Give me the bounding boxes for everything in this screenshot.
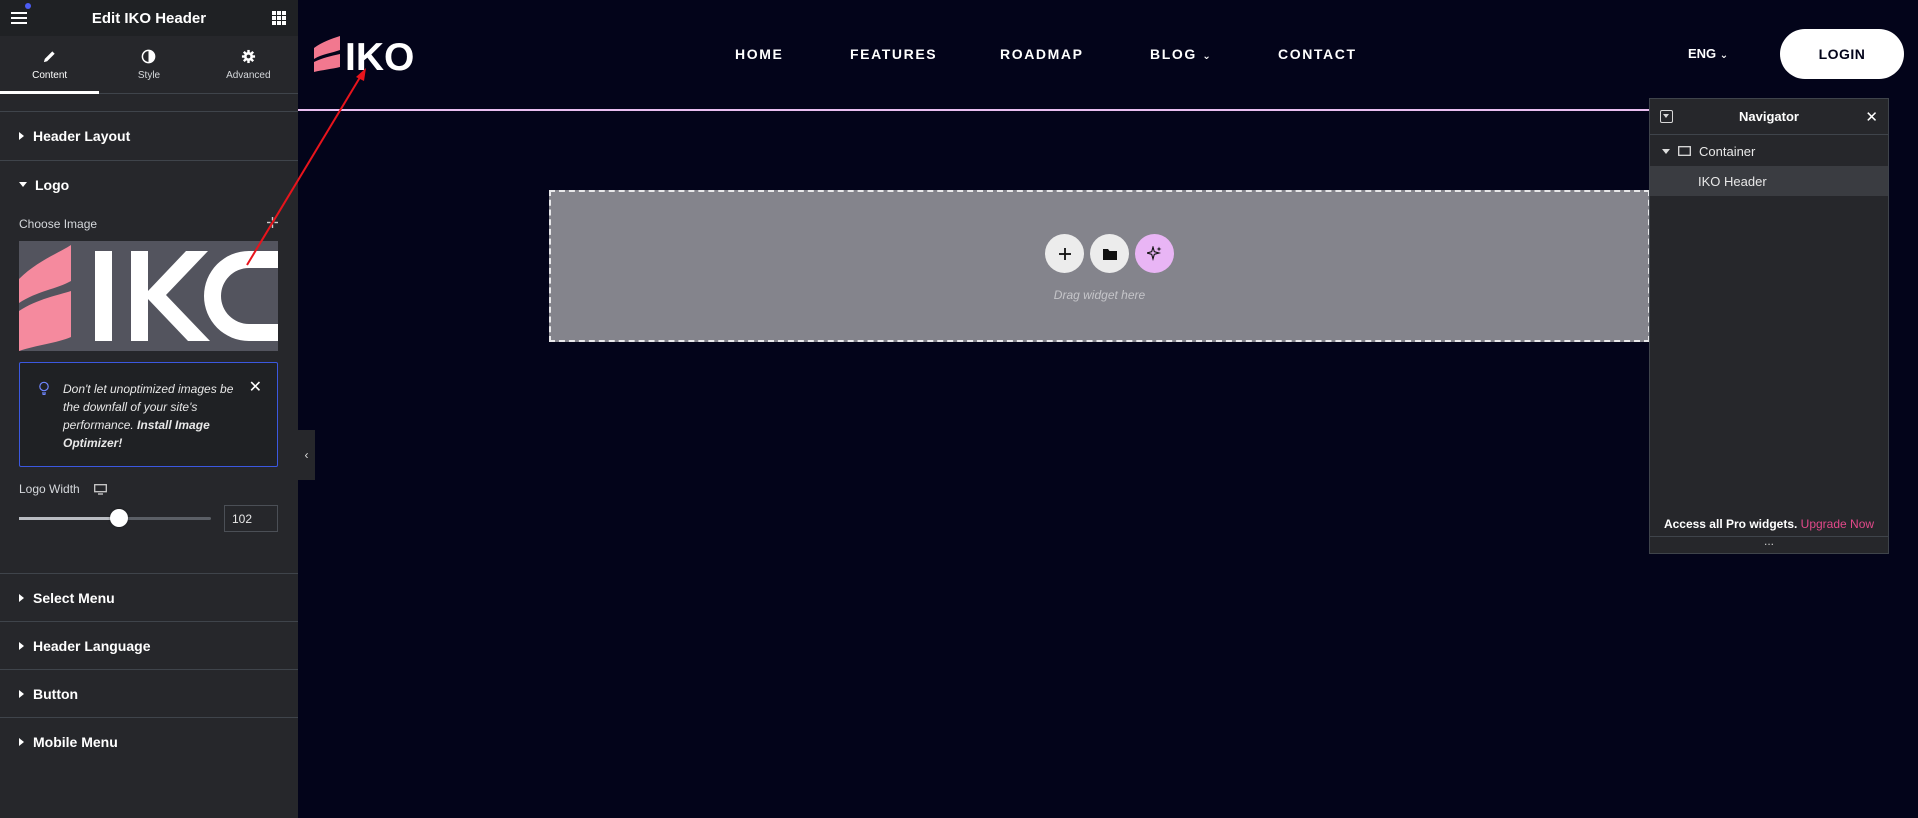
section-button-label: Button: [33, 685, 79, 702]
navigator-panel[interactable]: Navigator ✕ Container IKO Header Access …: [1649, 98, 1889, 554]
upgrade-now-link[interactable]: Upgrade Now: [1801, 517, 1874, 531]
panel-tabs: Content Style Advanced: [0, 36, 298, 94]
dynamic-tags-icon[interactable]: [267, 217, 278, 228]
close-notice-icon[interactable]: ✕: [249, 377, 262, 397]
navigator-item-container-label: Container: [1699, 143, 1756, 159]
tab-style[interactable]: Style: [99, 36, 198, 93]
choose-image-label: Choose Image: [19, 217, 98, 231]
section-select-menu[interactable]: Select Menu: [0, 573, 298, 621]
logo-width-slider-fill: [19, 517, 119, 520]
navigator-title: Navigator: [1739, 109, 1799, 124]
navigator-item-iko-header[interactable]: IKO Header: [1650, 166, 1888, 196]
panel-header: Edit IKO Header: [0, 0, 298, 36]
section-header-language-label: Header Language: [33, 637, 151, 654]
chevron-down-icon: ⌄: [1719, 50, 1729, 61]
tab-advanced[interactable]: Advanced: [199, 36, 298, 93]
notification-dot: [25, 3, 31, 9]
navigator-item-container[interactable]: Container: [1650, 136, 1888, 166]
widgets-grid-icon[interactable]: [272, 11, 286, 25]
upgrade-banner: Access all Pro widgets. Upgrade Now: [1650, 517, 1888, 531]
header-bottom-border: [298, 109, 1649, 111]
editor-root: Edit IKO Header Content Style Advanced H…: [0, 0, 1918, 818]
nav-features[interactable]: FEATURES: [850, 46, 937, 62]
upgrade-banner-text: Access all Pro widgets.: [1663, 517, 1798, 531]
desktop-icon[interactable]: [94, 484, 107, 495]
navigator-resize-handle[interactable]: ...: [1650, 535, 1888, 553]
tab-style-label: Style: [137, 69, 161, 81]
site-logo-text: IKO: [345, 36, 414, 74]
caret-right-icon: [19, 689, 24, 698]
contrast-icon: [142, 49, 156, 63]
plus-icon: [1058, 247, 1071, 260]
add-element-button[interactable]: [1045, 234, 1084, 273]
container-icon: [1678, 146, 1691, 156]
collapse-panel-chevron-icon[interactable]: ‹: [298, 430, 315, 480]
caret-down-icon: [1662, 148, 1670, 154]
tab-content-label: Content: [32, 69, 68, 81]
language-label: ENG: [1688, 46, 1717, 61]
image-optimizer-notice: Don't let unoptimized images be the down…: [19, 362, 278, 467]
caret-down-icon: [19, 182, 27, 187]
navigator-header: Navigator ✕: [1650, 99, 1888, 135]
nav-contact[interactable]: CONTACT: [1278, 46, 1357, 62]
caret-right-icon: [19, 641, 24, 650]
section-logo[interactable]: Logo: [0, 160, 298, 208]
notice-text: Don't let unoptimized images be the down…: [63, 380, 243, 452]
chevron-down-icon: ⌄: [1202, 51, 1213, 62]
section-header-layout-label: Header Layout: [33, 127, 131, 144]
iko-logo-image: IKO: [314, 36, 414, 79]
caret-right-icon: [19, 593, 24, 602]
section-mobile-menu-label: Mobile Menu: [33, 733, 118, 750]
logo-width-label: Logo Width: [19, 482, 80, 496]
section-header-layout[interactable]: Header Layout: [0, 111, 298, 159]
section-button[interactable]: Button: [0, 669, 298, 717]
collapse-all-icon[interactable]: [1660, 110, 1673, 123]
login-button[interactable]: LOGIN: [1780, 29, 1904, 79]
dropzone-hint: Drag widget here: [1053, 288, 1146, 302]
logo-image-preview[interactable]: [19, 241, 278, 351]
nav-blog-label: BLOG: [1150, 46, 1197, 62]
widget-settings-panel: Edit IKO Header Content Style Advanced H…: [0, 0, 298, 818]
navigator-item-iko-header-label: IKO Header: [1698, 173, 1767, 189]
lightbulb-icon: [39, 381, 49, 395]
caret-right-icon: [19, 737, 24, 746]
section-header-language[interactable]: Header Language: [0, 621, 298, 669]
gear-icon: [241, 49, 255, 63]
section-logo-label: Logo: [35, 176, 70, 193]
logo-width-input[interactable]: [224, 505, 278, 532]
close-navigator-icon[interactable]: ✕: [1865, 108, 1878, 126]
tab-content[interactable]: Content: [0, 36, 100, 94]
nav-roadmap[interactable]: ROADMAP: [1000, 46, 1084, 62]
add-template-button[interactable]: [1090, 234, 1129, 273]
iko-logo-preview-image: [19, 245, 278, 351]
section-mobile-menu[interactable]: Mobile Menu: [0, 717, 298, 765]
empty-container-dropzone[interactable]: Drag widget here: [549, 190, 1650, 342]
language-selector[interactable]: ENG ⌄: [1688, 46, 1728, 61]
logo-width-slider-handle[interactable]: [109, 509, 128, 527]
ai-generate-button[interactable]: [1135, 234, 1174, 273]
sparkles-icon: [1147, 246, 1162, 261]
section-select-menu-label: Select Menu: [33, 589, 115, 606]
menu-icon[interactable]: [11, 3, 31, 24]
pencil-icon: [44, 50, 55, 62]
tab-advanced-label: Advanced: [226, 69, 271, 81]
site-header[interactable]: IKO HOME FEATURES ROADMAP BLOG ⌄ CONTACT…: [298, 0, 1918, 110]
folder-icon: [1102, 248, 1117, 260]
nav-blog[interactable]: BLOG ⌄: [1150, 46, 1212, 62]
panel-title: Edit IKO Header: [91, 9, 207, 27]
caret-right-icon: [19, 131, 24, 140]
nav-home[interactable]: HOME: [735, 46, 783, 62]
site-logo[interactable]: IKO: [314, 34, 418, 79]
